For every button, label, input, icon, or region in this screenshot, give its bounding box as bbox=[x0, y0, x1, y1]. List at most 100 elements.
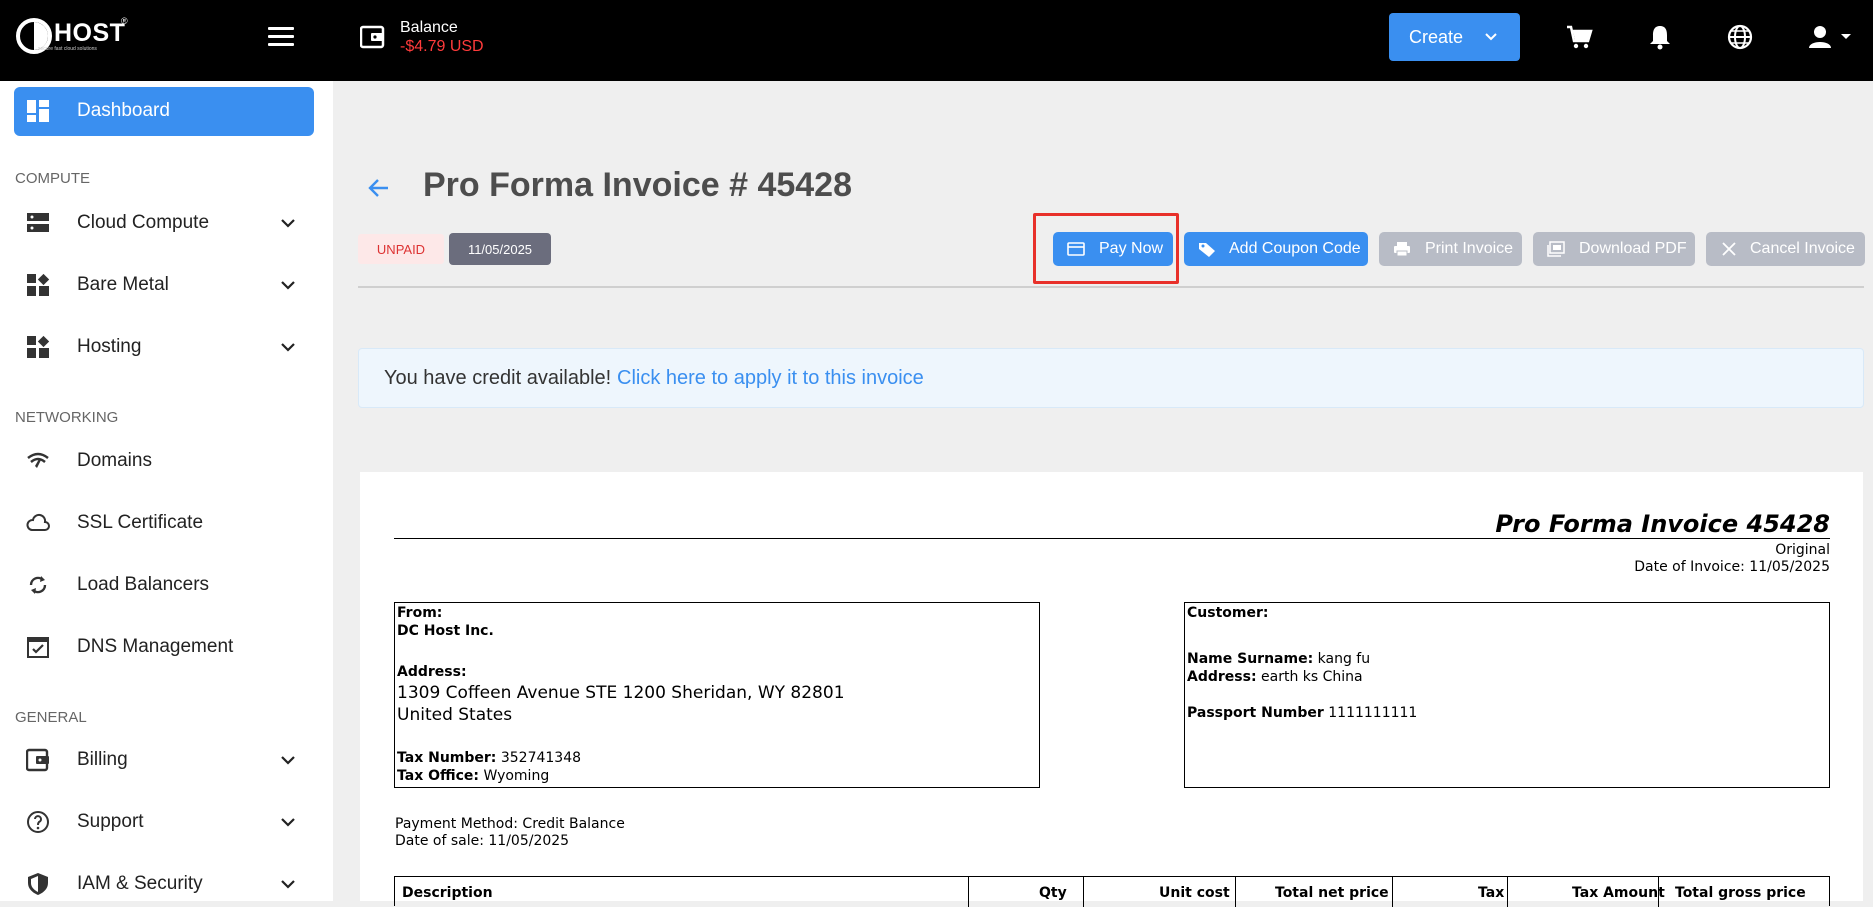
date-of-sale: Date of sale: 11/05/2025 bbox=[395, 833, 570, 849]
logo-registered: ® bbox=[121, 16, 128, 26]
balance-value: -$4.79 USD bbox=[400, 38, 484, 55]
sidebar-item-load-balancers[interactable]: Load Balancers bbox=[0, 562, 333, 608]
printer-icon bbox=[1394, 242, 1410, 257]
cart-icon[interactable] bbox=[1564, 22, 1594, 52]
calendar-check-icon bbox=[27, 637, 49, 658]
sidebar: Dashboard COMPUTE Cloud Compute Bare Met… bbox=[0, 81, 333, 901]
sidebar-item-hosting[interactable]: Hosting bbox=[0, 324, 333, 370]
from-heading: From: bbox=[397, 605, 443, 621]
chevron-down-icon bbox=[1485, 33, 1497, 41]
page-title: Pro Forma Invoice # 45428 bbox=[423, 166, 852, 204]
sidebar-item-bare-metal[interactable]: Bare Metal bbox=[0, 262, 333, 308]
from-address-line2: United States bbox=[397, 705, 513, 725]
payment-method: Payment Method: Credit Balance bbox=[395, 816, 625, 832]
credit-alert: You have credit available! Click here to… bbox=[358, 348, 1864, 408]
date-badge: 11/05/2025 bbox=[449, 233, 551, 265]
from-company: DC Host Inc. bbox=[397, 623, 494, 639]
invoice-rule bbox=[394, 538, 1830, 539]
invoice-copy-label: Original bbox=[1775, 542, 1830, 558]
back-arrow-icon[interactable] bbox=[366, 176, 392, 200]
column-header: Qty bbox=[1039, 885, 1067, 901]
column-header: Unit cost bbox=[1159, 885, 1230, 901]
from-box: From: DC Host Inc. Address: 1309 Coffeen… bbox=[394, 602, 1040, 788]
invoice-document: Pro Forma Invoice 45428 Original Date of… bbox=[360, 472, 1863, 907]
sidebar-item-dashboard[interactable]: Dashboard bbox=[14, 87, 314, 136]
print-invoice-label: Print Invoice bbox=[1425, 240, 1514, 257]
chevron-down-icon bbox=[281, 343, 295, 352]
section-general: GENERAL bbox=[15, 709, 87, 726]
apply-credit-link[interactable]: Click here to apply it to this invoice bbox=[617, 367, 924, 390]
sidebar-item-label: Support bbox=[77, 811, 144, 832]
chevron-down-icon bbox=[281, 219, 295, 228]
blocks-icon bbox=[27, 335, 50, 358]
customer-name-value: kang fu bbox=[1317, 651, 1371, 667]
customer-address-label: Address: bbox=[1187, 669, 1257, 685]
add-coupon-label: Add Coupon Code bbox=[1229, 240, 1361, 257]
bell-icon[interactable] bbox=[1645, 22, 1675, 52]
sidebar-item-label: Domains bbox=[77, 450, 152, 471]
invoice-title: Pro Forma Invoice 45428 bbox=[1495, 510, 1830, 538]
sidebar-item-label: Hosting bbox=[77, 336, 142, 357]
sidebar-item-label: Dashboard bbox=[77, 100, 170, 121]
column-header: Total net price bbox=[1275, 885, 1389, 901]
from-address-label: Address: bbox=[397, 664, 467, 680]
tax-number-value: 352741348 bbox=[500, 750, 582, 766]
logo[interactable]: HOST ® secure fast cloud solutions bbox=[16, 16, 136, 54]
server-icon bbox=[27, 213, 49, 232]
customer-address-value: earth ks China bbox=[1261, 669, 1363, 685]
cancel-invoice-button[interactable]: Cancel Invoice bbox=[1706, 232, 1865, 266]
user-menu-icon[interactable] bbox=[1806, 22, 1856, 52]
close-icon bbox=[1722, 242, 1736, 256]
sidebar-item-label: Load Balancers bbox=[77, 574, 210, 595]
tax-number-label: Tax Number: bbox=[397, 750, 497, 766]
highlight-box bbox=[1033, 213, 1179, 284]
logo-text: HOST bbox=[54, 19, 126, 47]
download-pdf-button[interactable]: Download PDF bbox=[1533, 232, 1695, 266]
sidebar-item-iam-security[interactable]: IAM & Security bbox=[0, 861, 333, 907]
invoice-table-header: Description Qty Unit cost Total net pric… bbox=[394, 876, 1830, 907]
print-invoice-button[interactable]: Print Invoice bbox=[1379, 232, 1522, 266]
column-header: Tax Amount bbox=[1572, 885, 1665, 901]
payment-info: Payment Method: Credit Balance Date of s… bbox=[395, 816, 625, 850]
globe-icon[interactable] bbox=[1725, 22, 1755, 52]
column-header: Tax bbox=[1478, 885, 1505, 901]
download-pdf-label: Download PDF bbox=[1579, 240, 1687, 257]
add-coupon-button[interactable]: Add Coupon Code bbox=[1184, 232, 1368, 266]
invoice-date: Date of Invoice: 11/05/2025 bbox=[1634, 559, 1830, 575]
menu-toggle-icon[interactable] bbox=[268, 27, 294, 49]
help-icon bbox=[27, 811, 49, 833]
pdf-icon bbox=[1547, 241, 1565, 257]
column-header: Total gross price bbox=[1675, 885, 1806, 901]
chevron-down-icon bbox=[281, 756, 295, 765]
customer-box: Customer: Name Surname: kang fu Address:… bbox=[1184, 602, 1830, 788]
credit-alert-text: You have credit available! bbox=[384, 367, 612, 389]
sidebar-item-ssl-certificate[interactable]: SSL Certificate bbox=[0, 500, 333, 546]
divider bbox=[358, 286, 1864, 288]
customer-name-label: Name Surname: bbox=[1187, 651, 1314, 667]
chevron-down-icon bbox=[281, 818, 295, 827]
balance-label: Balance bbox=[400, 19, 458, 36]
blocks-icon bbox=[27, 273, 50, 296]
sidebar-item-label: SSL Certificate bbox=[77, 512, 204, 533]
logo-tagline: secure fast cloud solutions bbox=[38, 46, 97, 52]
sidebar-item-support[interactable]: Support bbox=[0, 799, 333, 845]
cancel-invoice-label: Cancel Invoice bbox=[1750, 240, 1855, 257]
sidebar-item-dns-management[interactable]: DNS Management bbox=[0, 624, 333, 670]
chevron-down-icon bbox=[281, 281, 295, 290]
wallet-icon bbox=[360, 25, 385, 49]
chevron-down-icon bbox=[281, 880, 295, 889]
tag-icon bbox=[1199, 243, 1215, 257]
column-header: Description bbox=[402, 885, 493, 901]
wallet-icon bbox=[26, 748, 49, 772]
sidebar-item-billing[interactable]: Billing bbox=[0, 737, 333, 783]
passport-value: 1111111111 bbox=[1328, 705, 1418, 721]
dashboard-icon bbox=[27, 100, 49, 122]
create-button[interactable]: Create bbox=[1389, 13, 1520, 61]
status-badge: UNPAID bbox=[358, 234, 444, 264]
sidebar-item-domains[interactable]: Domains bbox=[0, 438, 333, 484]
section-networking: NETWORKING bbox=[15, 409, 119, 426]
sidebar-item-cloud-compute[interactable]: Cloud Compute bbox=[0, 200, 333, 246]
tax-office-value: Wyoming bbox=[483, 768, 550, 784]
cloud-icon bbox=[26, 513, 50, 531]
top-bar: HOST ® secure fast cloud solutions Balan… bbox=[0, 0, 1873, 81]
